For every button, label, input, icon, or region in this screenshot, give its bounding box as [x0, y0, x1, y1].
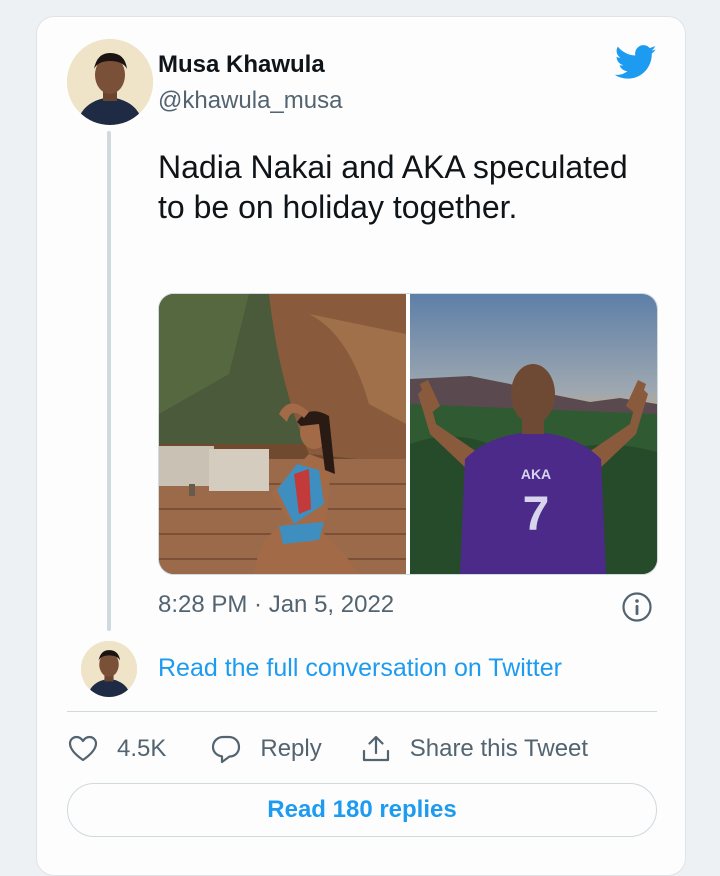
- reply-icon: [212, 735, 241, 764]
- author-avatar[interactable]: [67, 39, 153, 125]
- share-button[interactable]: Share this Tweet: [360, 733, 588, 765]
- media-photo-1[interactable]: [159, 294, 406, 574]
- reply-button[interactable]: Reply: [210, 733, 322, 765]
- info-icon[interactable]: [621, 591, 653, 623]
- tweet-media[interactable]: AKA 7: [158, 293, 658, 575]
- read-replies-button[interactable]: Read 180 replies: [67, 783, 657, 837]
- tweet-card: Musa Khawula @khawula_musa Nadia Nakai a…: [36, 16, 686, 876]
- like-count: 4.5K: [117, 735, 167, 762]
- tweet-actions: 4.5K Reply Share this Tweet: [67, 729, 588, 769]
- read-conversation-link[interactable]: Read the full conversation on Twitter: [158, 654, 562, 683]
- author-handle[interactable]: @khawula_musa: [158, 87, 342, 115]
- heart-icon: [68, 735, 98, 762]
- reply-label: Reply: [260, 735, 322, 762]
- conversation-avatar[interactable]: [81, 641, 137, 697]
- media-photo-2[interactable]: AKA 7: [410, 294, 657, 574]
- tweet-timestamp[interactable]: 8:28 PM · Jan 5, 2022: [158, 591, 394, 619]
- tweet-text: Nadia Nakai and AKA speculated to be on …: [158, 149, 628, 225]
- share-label: Share this Tweet: [409, 735, 589, 762]
- twitter-bird-icon[interactable]: [614, 45, 657, 81]
- share-icon: [362, 735, 389, 762]
- svg-text:AKA: AKA: [521, 466, 551, 482]
- like-button[interactable]: 4.5K: [67, 733, 166, 765]
- author-name[interactable]: Musa Khawula: [158, 51, 325, 79]
- thread-line: [107, 131, 111, 631]
- svg-text:7: 7: [523, 488, 550, 541]
- divider: [67, 711, 657, 712]
